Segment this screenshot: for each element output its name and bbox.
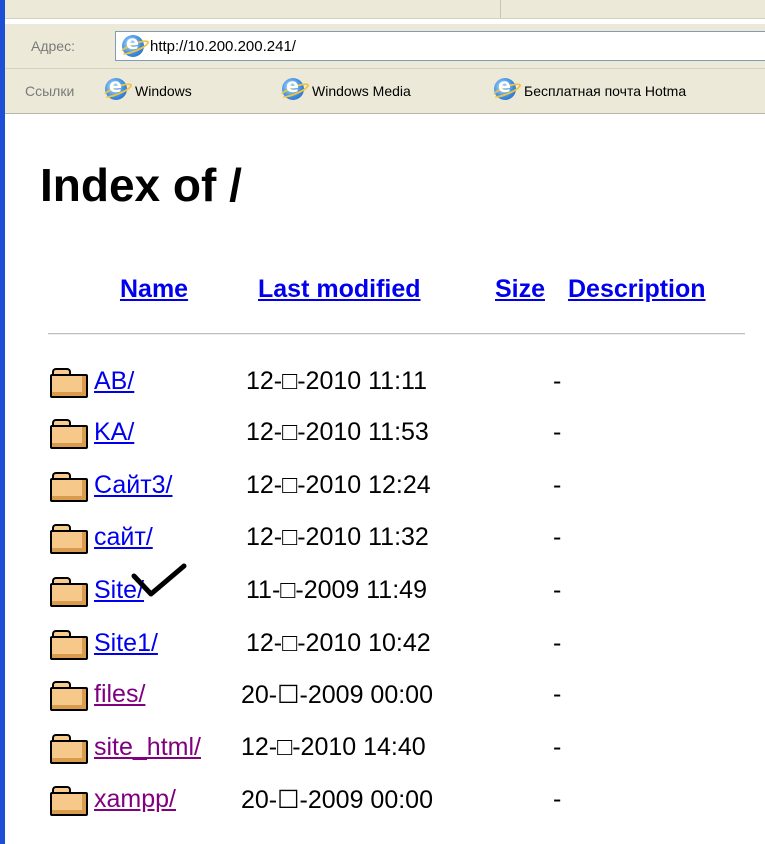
file-link[interactable]: сайт/	[94, 523, 153, 552]
folder-icon	[50, 681, 88, 711]
size-cell: -	[553, 576, 562, 604]
size-cell: -	[553, 629, 562, 657]
table-row: Сайт3/12-□-2010 12:24 -	[50, 469, 750, 503]
folder-icon	[50, 368, 88, 398]
last-modified-cell: 12-□-2010 11:11	[246, 367, 427, 395]
column-header-size[interactable]: Size	[495, 275, 545, 304]
folder-icon	[50, 472, 88, 502]
table-row: KA/12-□-2010 11:53 -	[50, 416, 750, 450]
table-row: xampp/20-☐-2009 00:00 -	[50, 783, 750, 817]
checkmark-icon	[131, 563, 187, 597]
window-edge	[0, 0, 5, 844]
table-row: site_html/12-□-2010 14:40 -	[50, 731, 750, 765]
link-windows-media-label: Windows Media	[312, 83, 411, 99]
folder-icon	[50, 577, 88, 607]
folder-icon	[50, 786, 88, 816]
toolbar-strip	[5, 0, 765, 19]
link-windows-label: Windows	[135, 83, 192, 99]
folder-icon	[50, 734, 88, 764]
file-link[interactable]: files/	[94, 680, 145, 709]
link-hotmail[interactable]: Бесплатная почта Hotma	[494, 75, 687, 100]
link-hotmail-label: Бесплатная почта Hotma	[524, 83, 687, 99]
size-cell: -	[553, 471, 562, 499]
column-header-name[interactable]: Name	[120, 275, 188, 304]
file-link[interactable]: AB/	[94, 367, 134, 396]
ie-icon	[122, 32, 144, 57]
address-url[interactable]: http://10.200.200.241/	[150, 38, 296, 55]
size-cell: -	[553, 418, 562, 446]
last-modified-cell: 12-□-2010 12:24	[246, 471, 431, 499]
table-row: сайт/12-□-2010 11:32 -	[50, 521, 750, 555]
file-link[interactable]: KA/	[94, 418, 134, 447]
size-cell: -	[553, 785, 562, 813]
link-windows-media[interactable]: Windows Media	[282, 75, 411, 100]
folder-icon	[50, 419, 88, 449]
table-row: AB/12-□-2010 11:11 -	[50, 365, 750, 399]
folder-icon	[50, 524, 88, 554]
link-windows[interactable]: Windows	[105, 75, 192, 100]
table-row: Site1/12-□-2010 10:42 -	[50, 627, 750, 661]
last-modified-cell: 11-□-2009 11:49	[246, 576, 427, 604]
last-modified-cell: 20-☐-2009 00:00	[241, 786, 433, 814]
column-header-description[interactable]: Description	[568, 275, 706, 304]
file-link[interactable]: xampp/	[94, 785, 176, 814]
table-row: files/20-☐-2009 00:00 -	[50, 678, 750, 712]
last-modified-cell: 12-□-2010 11:53	[246, 418, 429, 446]
file-link[interactable]: Site1/	[94, 629, 158, 658]
last-modified-cell: 12-□-2010 11:32	[246, 523, 429, 551]
last-modified-cell: 12-□-2010 14:40	[241, 733, 426, 761]
last-modified-cell: 20-☐-2009 00:00	[241, 681, 433, 709]
column-header-last-modified[interactable]: Last modified	[258, 275, 421, 304]
file-link[interactable]: site_html/	[94, 733, 201, 762]
size-cell: -	[553, 680, 562, 708]
size-cell: -	[553, 523, 562, 551]
last-modified-cell: 12-□-2010 10:42	[246, 629, 431, 657]
links-label: Ссылки	[25, 83, 75, 99]
page-title: Index of /	[40, 159, 242, 211]
links-bar: Ссылки Windows Windows Media Бесплатная …	[5, 69, 765, 114]
ie-icon	[105, 75, 127, 100]
ie-icon	[282, 75, 304, 100]
folder-icon	[50, 630, 88, 660]
toolbar-separator	[500, 0, 501, 18]
address-label: Адрес:	[31, 38, 75, 54]
address-bar: Адрес: http://10.200.200.241/	[5, 24, 765, 69]
address-input[interactable]: http://10.200.200.241/	[115, 31, 765, 61]
ie-icon	[494, 75, 516, 100]
size-cell: -	[553, 733, 562, 761]
size-cell: -	[553, 367, 562, 395]
file-link[interactable]: Сайт3/	[94, 471, 173, 500]
header-divider	[48, 333, 745, 335]
